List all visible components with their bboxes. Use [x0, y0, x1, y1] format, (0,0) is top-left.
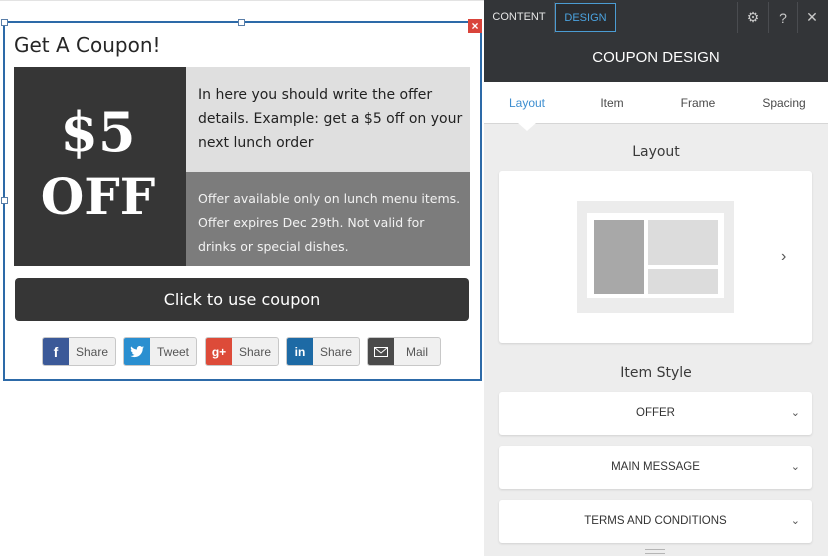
facebook-share-button[interactable]: f Share: [42, 337, 116, 366]
tweet-label: Tweet: [156, 344, 189, 359]
resize-handle-top[interactable]: [238, 19, 245, 26]
use-coupon-button[interactable]: Click to use coupon: [15, 278, 469, 321]
offer-details-block[interactable]: In here you should write the offer detai…: [186, 67, 470, 172]
style-row-label: OFFER: [636, 407, 675, 419]
design-subtabs: Layout Item Frame Spacing: [484, 82, 828, 124]
share-label: Share: [319, 344, 353, 359]
google-plus-share-button[interactable]: g+ Share: [205, 337, 279, 366]
mail-icon: [368, 338, 394, 365]
mail-share-button[interactable]: Mail: [367, 337, 441, 366]
panel-header: CONTENT DESIGN ⚙ ? ✕ COUPON DESIGN: [484, 0, 828, 82]
close-icon[interactable]: ✕: [797, 3, 827, 32]
remove-widget-icon[interactable]: ×: [468, 19, 482, 33]
layout-preview: [587, 213, 724, 298]
help-icon[interactable]: ?: [768, 3, 798, 32]
offer-block[interactable]: $5 OFF: [14, 67, 186, 266]
offer-off: OFF: [40, 167, 156, 226]
active-subtab-caret: [518, 123, 536, 131]
chevron-down-icon: ⌄: [790, 461, 800, 473]
layout-thumbnail[interactable]: [577, 201, 734, 313]
share-label: Share: [238, 344, 272, 359]
style-row-terms[interactable]: TERMS AND CONDITIONS ⌄: [499, 500, 812, 543]
settings-gear-icon[interactable]: ⚙: [738, 3, 768, 32]
offer-details-text: In here you should write the offer detai…: [198, 87, 463, 151]
resize-handle-left[interactable]: [1, 197, 8, 204]
style-row-label: TERMS AND CONDITIONS: [584, 515, 727, 527]
style-row-label: MAIN MESSAGE: [611, 461, 700, 473]
tab-design[interactable]: DESIGN: [555, 3, 616, 32]
linkedin-icon: in: [287, 338, 313, 365]
subtab-layout[interactable]: Layout: [504, 96, 550, 110]
chevron-down-icon: ⌄: [790, 515, 800, 527]
editor-canvas: × Get A Coupon! $5 OFF In here you shoul…: [0, 0, 484, 556]
layout-preview-left: [594, 220, 644, 294]
layout-preview-bottom-right: [648, 269, 718, 294]
design-panel: CONTENT DESIGN ⚙ ? ✕ COUPON DESIGN Layou…: [484, 0, 828, 556]
facebook-icon: f: [43, 338, 69, 365]
subtab-frame[interactable]: Frame: [674, 96, 722, 110]
item-style-section-label: Item Style: [620, 365, 692, 381]
canvas-top-border: [0, 0, 484, 1]
panel-resize-grip[interactable]: [645, 549, 665, 554]
next-layout-icon[interactable]: ›: [781, 248, 786, 266]
twitter-share-button[interactable]: Tweet: [123, 337, 197, 366]
twitter-icon: [124, 338, 150, 365]
layout-picker: ›: [499, 171, 812, 343]
terms-block[interactable]: Offer available only on lunch menu items…: [186, 172, 470, 266]
terms-text: Offer available only on lunch menu items…: [198, 191, 461, 254]
google-plus-icon: g+: [206, 338, 232, 365]
panel-title: COUPON DESIGN: [592, 49, 720, 66]
subtab-spacing[interactable]: Spacing: [756, 96, 812, 110]
subtab-item[interactable]: Item: [592, 96, 632, 110]
tab-content[interactable]: CONTENT: [486, 3, 552, 32]
offer-amount: $5: [60, 100, 136, 164]
linkedin-share-button[interactable]: in Share: [286, 337, 360, 366]
layout-section-label: Layout: [632, 144, 680, 160]
layout-preview-top-right: [648, 220, 718, 265]
mail-label: Mail: [405, 344, 428, 359]
coupon-title[interactable]: Get A Coupon!: [14, 33, 161, 57]
chevron-down-icon: ⌄: [790, 407, 800, 419]
style-row-offer[interactable]: OFFER ⌄: [499, 392, 812, 435]
resize-handle-top-left[interactable]: [1, 19, 8, 26]
style-row-main-message[interactable]: MAIN MESSAGE ⌄: [499, 446, 812, 489]
share-label: Share: [75, 344, 109, 359]
